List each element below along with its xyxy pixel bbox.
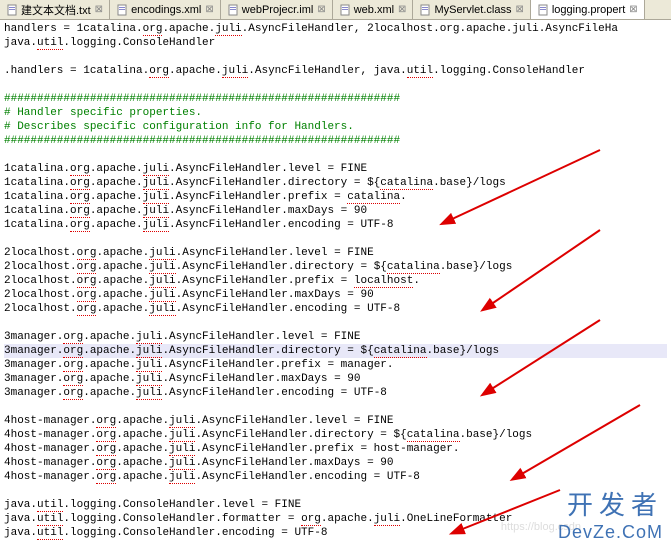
tab-2[interactable]: webProjecr.iml⊠ — [221, 0, 333, 19]
close-icon[interactable]: ⊠ — [515, 4, 523, 15]
tab-label: web.xml — [354, 4, 394, 16]
code-line[interactable]: 2localhost.org.apache.juli.AsyncFileHand… — [4, 302, 667, 316]
close-icon[interactable]: ⊠ — [205, 4, 213, 15]
close-icon[interactable]: ⊠ — [398, 4, 406, 15]
code-line[interactable]: 1catalina.org.apache.juli.AsyncFileHandl… — [4, 176, 667, 190]
file-icon — [339, 4, 351, 16]
file-icon — [6, 4, 18, 16]
code-line[interactable]: 4host-manager.org.apache.juli.AsyncFileH… — [4, 442, 667, 456]
code-line[interactable]: 1catalina.org.apache.juli.AsyncFileHandl… — [4, 190, 667, 204]
tab-label: webProjecr.iml — [242, 4, 314, 16]
code-line[interactable] — [4, 148, 667, 162]
tab-label: logging.propert — [552, 4, 625, 16]
code-line[interactable]: 3manager.org.apache.juli.AsyncFileHandle… — [4, 344, 667, 358]
code-line[interactable] — [4, 232, 667, 246]
code-line[interactable]: java.util.logging.ConsoleHandler — [4, 36, 667, 50]
code-line[interactable]: 4host-manager.org.apache.juli.AsyncFileH… — [4, 456, 667, 470]
code-line[interactable]: 3manager.org.apache.juli.AsyncFileHandle… — [4, 358, 667, 372]
code-line[interactable] — [4, 400, 667, 414]
code-line[interactable]: 2localhost.org.apache.juli.AsyncFileHand… — [4, 260, 667, 274]
code-line[interactable]: 4host-manager.org.apache.juli.AsyncFileH… — [4, 470, 667, 484]
tab-5[interactable]: logging.propert ⊠ — [531, 0, 645, 19]
code-line[interactable]: # Describes specific configuration info … — [4, 120, 667, 134]
code-line[interactable]: 4host-manager.org.apache.juli.AsyncFileH… — [4, 428, 667, 442]
tab-bar: 建文本文档.txt⊠encodings.xml⊠webProjecr.iml⊠w… — [0, 0, 671, 20]
code-line[interactable]: 3manager.org.apache.juli.AsyncFileHandle… — [4, 372, 667, 386]
tab-4[interactable]: MyServlet.class ⊠ — [413, 0, 530, 19]
code-line[interactable]: ########################################… — [4, 134, 667, 148]
watermark-en: DevZe.CoM — [558, 522, 663, 543]
file-icon — [116, 4, 128, 16]
tab-1[interactable]: encodings.xml ⊠ — [110, 0, 221, 19]
code-line[interactable]: 3manager.org.apache.juli.AsyncFileHandle… — [4, 330, 667, 344]
code-line[interactable] — [4, 78, 667, 92]
code-line[interactable]: 2localhost.org.apache.juli.AsyncFileHand… — [4, 288, 667, 302]
code-line[interactable] — [4, 316, 667, 330]
watermark-cn: 开发者 — [558, 485, 663, 522]
code-line[interactable]: handlers = 1catalina.org.apache.juli.Asy… — [4, 22, 667, 36]
tab-label: 建文本文档.txt — [21, 2, 91, 18]
file-icon — [227, 4, 239, 16]
editor-area[interactable]: handlers = 1catalina.org.apache.juli.Asy… — [0, 20, 671, 542]
tab-label: MyServlet.class — [434, 4, 511, 16]
code-line[interactable]: 3manager.org.apache.juli.AsyncFileHandle… — [4, 386, 667, 400]
code-line[interactable]: 1catalina.org.apache.juli.AsyncFileHandl… — [4, 162, 667, 176]
tab-3[interactable]: web.xml ⊠ — [333, 0, 414, 19]
code-line[interactable]: 1catalina.org.apache.juli.AsyncFileHandl… — [4, 204, 667, 218]
code-line[interactable] — [4, 50, 667, 64]
code-line[interactable]: 4host-manager.org.apache.juli.AsyncFileH… — [4, 414, 667, 428]
code-line[interactable]: 2localhost.org.apache.juli.AsyncFileHand… — [4, 246, 667, 260]
code-line[interactable]: .handlers = 1catalina.org.apache.juli.As… — [4, 64, 667, 78]
devze-watermark: 开发者 DevZe.CoM — [558, 485, 663, 543]
file-icon — [419, 4, 431, 16]
code-line[interactable]: 1catalina.org.apache.juli.AsyncFileHandl… — [4, 218, 667, 232]
close-icon[interactable]: ⊠ — [317, 4, 325, 15]
file-icon — [537, 4, 549, 16]
code-line[interactable]: # Handler specific properties. — [4, 106, 667, 120]
code-line[interactable]: 2localhost.org.apache.juli.AsyncFileHand… — [4, 274, 667, 288]
tab-label: encodings.xml — [131, 4, 201, 16]
tab-0[interactable]: 建文本文档.txt ⊠ — [0, 0, 110, 19]
close-icon[interactable]: ⊠ — [629, 4, 637, 15]
code-line[interactable]: ########################################… — [4, 92, 667, 106]
close-icon[interactable]: ⊠ — [95, 4, 103, 15]
